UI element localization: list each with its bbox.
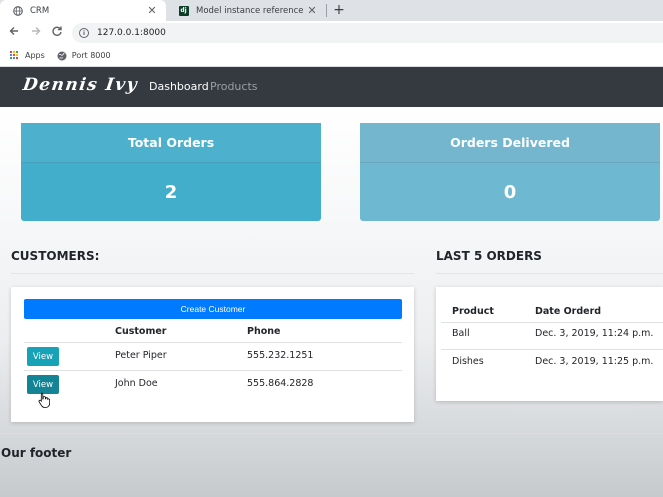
app-navbar: Dennis Ivy Dashboard Products <box>0 67 663 107</box>
browser-tab-strip: CRM ✕ dj Model instance reference | Djan… <box>0 0 663 21</box>
address-bar[interactable]: i 127.0.0.1:8000 <box>72 23 663 43</box>
forward-arrow-icon[interactable] <box>28 24 44 42</box>
customers-panel: Create Customer Customer Phone View Pete… <box>11 287 414 422</box>
browser-tab-django-docs[interactable]: dj Model instance reference | Djang ✕ <box>166 0 326 21</box>
new-tab-button[interactable]: + <box>331 1 347 19</box>
close-icon[interactable]: ✕ <box>146 4 158 17</box>
divider <box>11 273 414 274</box>
row-divider <box>24 370 402 371</box>
browser-tab-crm[interactable]: CRM ✕ <box>0 0 166 21</box>
info-icon[interactable]: i <box>79 28 89 38</box>
stat-card-value: 0 <box>503 181 517 203</box>
customer-name: Peter Piper <box>115 350 167 361</box>
page-content: Total Orders 2 Orders Delivered 0 CUSTOM… <box>0 107 663 497</box>
bookmark-apps[interactable]: Apps <box>10 51 45 60</box>
customer-name: John Doe <box>115 378 158 389</box>
customer-phone: 555.864.2828 <box>247 378 314 389</box>
tab-separator <box>326 4 327 17</box>
page-footer: Our footer <box>1 446 72 460</box>
brand-logo[interactable]: Dennis Ivy <box>22 75 140 95</box>
stat-card-total-orders: Total Orders 2 <box>21 123 321 221</box>
stat-card-label: Orders Delivered <box>360 123 660 163</box>
back-arrow-icon[interactable] <box>6 24 22 42</box>
globe-icon <box>57 51 67 61</box>
row-divider <box>441 349 663 350</box>
url-text: 127.0.0.1:8000 <box>97 28 166 38</box>
tab-title: CRM <box>30 5 50 16</box>
last-orders-heading: LAST 5 ORDERS <box>436 249 542 263</box>
stat-card-value: 2 <box>164 181 178 203</box>
nav-link-dashboard[interactable]: Dashboard <box>149 80 209 93</box>
bookmark-label: Apps <box>25 51 45 60</box>
customers-heading: CUSTOMERS: <box>11 249 100 263</box>
apps-grid-icon <box>10 51 19 60</box>
divider <box>436 273 663 274</box>
reload-icon[interactable] <box>49 24 65 42</box>
customer-phone: 555.232.1251 <box>247 350 314 361</box>
stat-card-label: Total Orders <box>21 123 321 163</box>
footer-divider <box>0 433 663 434</box>
view-customer-button[interactable]: View <box>27 347 59 366</box>
column-header-product: Product <box>452 306 494 317</box>
column-header-date-ordered: Date Orderd <box>535 306 602 317</box>
column-header-customer: Customer <box>115 326 167 337</box>
globe-icon <box>12 5 23 16</box>
bookmark-label: Port 8000 <box>71 51 111 60</box>
row-divider <box>441 322 663 323</box>
order-date: Dec. 3, 2019, 11:25 p.m. <box>535 356 654 367</box>
django-favicon-icon: dj <box>178 5 189 16</box>
create-customer-button[interactable]: Create Customer <box>24 299 402 319</box>
order-product: Dishes <box>452 356 484 367</box>
browser-toolbar: i 127.0.0.1:8000 <box>0 21 663 45</box>
order-product: Ball <box>452 328 470 339</box>
bookmarks-bar: Apps Port 8000 <box>0 45 663 67</box>
hand-cursor-icon <box>38 392 51 408</box>
close-icon[interactable]: ✕ <box>306 4 318 17</box>
last-orders-panel: Product Date Orderd Ball Dec. 3, 2019, 1… <box>436 287 663 401</box>
stat-card-orders-delivered: Orders Delivered 0 <box>360 123 660 221</box>
row-divider <box>24 342 402 343</box>
column-header-phone: Phone <box>247 326 281 337</box>
bookmark-port-8000[interactable]: Port 8000 <box>57 51 111 61</box>
tab-title: Model instance reference | Djang <box>196 5 306 16</box>
order-date: Dec. 3, 2019, 11:24 p.m. <box>535 328 654 339</box>
django-favicon-text: dj <box>178 5 189 16</box>
nav-link-products[interactable]: Products <box>210 80 258 93</box>
